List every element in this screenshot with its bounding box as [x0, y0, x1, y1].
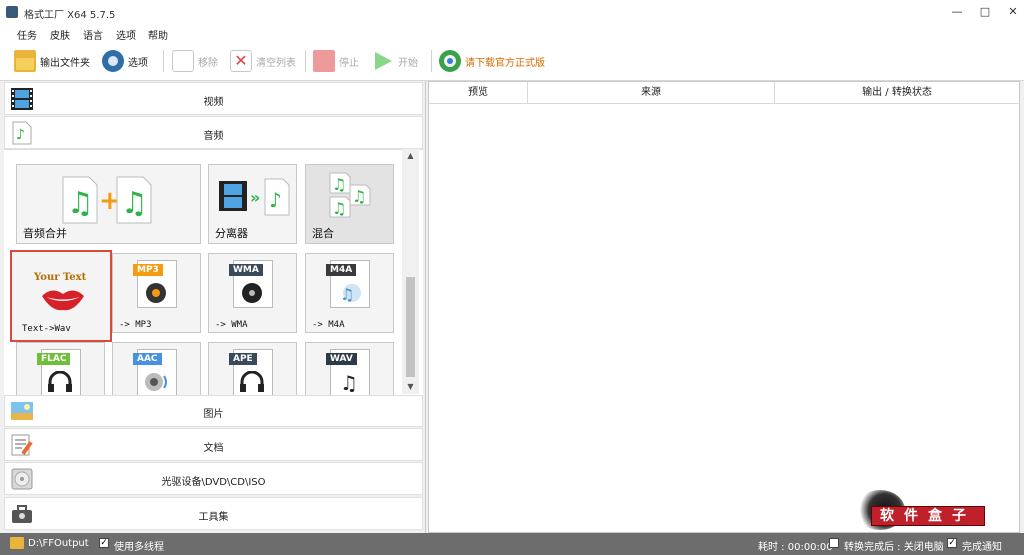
tts-logo-text: Your Text [34, 272, 87, 283]
multithread-checkbox[interactable]: ✓ [99, 538, 109, 548]
stop-button[interactable]: 停止 [313, 48, 359, 74]
tile-to-m4a[interactable]: M4A ♫ -> M4A [305, 253, 394, 333]
tile-audio-joiner[interactable]: ♫ + ♫ 音频合并 [16, 164, 201, 244]
audio-joiner-icon: ♫ + ♫ [62, 176, 152, 224]
shutdown-label: 转换完成后 : 关闭电脑 [844, 542, 944, 553]
tile-to-flac[interactable]: FLAC [16, 342, 105, 395]
music-disc-icon: ♫ [340, 284, 361, 304]
tile-text-to-wav[interactable]: Your Text Text->Wav [10, 250, 112, 342]
svg-text:♫: ♫ [332, 175, 346, 194]
output-folder-button[interactable]: 输出文件夹 [14, 48, 90, 74]
menu-language[interactable]: 语言 [83, 27, 103, 42]
play-icon [372, 50, 394, 72]
svg-text:♫: ♫ [340, 371, 358, 393]
audio-function-grid: ♫ + ♫ 音频合并 » ♪ 分离器 ♫ ♫ ♫ 混合 Your Text Te… [4, 149, 423, 396]
column-output-status[interactable]: 输出 / 转换状态 [775, 82, 1019, 104]
music-note-icon: ♫ [340, 371, 358, 393]
gear-icon [102, 50, 124, 72]
notify-checkbox[interactable]: ✓ [947, 538, 957, 548]
tile-splitter[interactable]: » ♪ 分离器 [208, 164, 297, 244]
menu-help[interactable]: 帮助 [148, 27, 168, 42]
start-button[interactable]: 开始 [372, 48, 418, 74]
tile-to-wma[interactable]: WMA -> WMA [208, 253, 297, 333]
notify-label: 完成通知 [962, 542, 1002, 553]
stop-icon [313, 50, 335, 72]
window-title: 格式工厂 X64 5.7.5 [24, 10, 116, 21]
document-remove-icon [172, 50, 194, 72]
clear-list-button[interactable]: ✕ 清空列表 [230, 48, 296, 74]
scroll-down-arrow-icon[interactable]: ▼ [402, 380, 419, 394]
tile-to-wav[interactable]: WAV ♫ [305, 342, 394, 395]
tile-mix[interactable]: ♫ ♫ ♫ 混合 [305, 164, 394, 244]
app-icon [6, 6, 18, 18]
tile-to-ape[interactable]: APE [208, 342, 297, 395]
title-bar: 格式工厂 X64 5.7.5 — □ ✕ [0, 0, 1024, 24]
splitter-icon: » ♪ [219, 178, 290, 216]
close-button[interactable]: ✕ [996, 0, 1024, 24]
elapsed-time: 耗时 : 00:00:00 [758, 542, 833, 553]
speaker-volume-icon [145, 373, 167, 391]
remove-button[interactable]: 移除 [172, 48, 218, 74]
column-source[interactable]: 来源 [528, 82, 775, 104]
options-button[interactable]: 选项 [102, 48, 148, 74]
menu-bar: 任务 皮肤 语言 选项 帮助 [0, 24, 1024, 42]
column-preview[interactable]: 预览 [429, 82, 528, 104]
folder-icon [14, 50, 36, 72]
lips-icon [42, 290, 84, 311]
category-rom-device[interactable]: 光驱设备\DVD\CD\ISO [4, 462, 423, 495]
category-picture[interactable]: 图片 [4, 394, 423, 427]
folder-icon [10, 537, 24, 549]
menu-options[interactable]: 选项 [116, 27, 136, 42]
watermark-logo: 软件盒子 [855, 490, 987, 530]
shutdown-checkbox[interactable] [829, 538, 839, 548]
svg-text:♫: ♫ [352, 187, 366, 206]
category-video[interactable]: 视频 [4, 82, 423, 115]
svg-text:»: » [250, 188, 260, 207]
status-bar: D:\FFOutput ✓ 使用多线程 耗时 : 00:00:00 转换完成后 … [0, 533, 1024, 555]
category-audio[interactable]: ♪ 音频 [4, 116, 423, 149]
globe-download-icon [439, 50, 461, 72]
toolbar: 输出文件夹 选项 移除 ✕ 清空列表 停止 开始 请下载官方正式版 [0, 42, 1024, 81]
task-list-panel: 预览 来源 输出 / 转换状态 软件盒子 [428, 81, 1020, 533]
output-path[interactable]: D:\FFOutput [28, 538, 89, 549]
scroll-up-arrow-icon[interactable]: ▲ [402, 149, 419, 163]
disc-icon [242, 283, 262, 303]
grid-scrollbar[interactable]: ▲ ▼ [402, 149, 419, 394]
svg-text:♫: ♫ [340, 285, 354, 304]
clear-list-icon: ✕ [230, 50, 252, 72]
download-official-link[interactable]: 请下载官方正式版 [439, 48, 545, 74]
category-tools[interactable]: 工具集 [4, 497, 423, 530]
svg-text:♫: ♫ [121, 186, 148, 221]
menu-task[interactable]: 任务 [17, 27, 37, 42]
svg-text:♪: ♪ [269, 188, 282, 212]
svg-text:♫: ♫ [67, 186, 94, 221]
headphones-icon [240, 371, 264, 392]
toolbar-separator [305, 50, 306, 72]
multithread-label: 使用多线程 [114, 542, 164, 553]
toolbar-separator [431, 50, 432, 72]
mix-icon: ♫ ♫ ♫ [329, 172, 371, 218]
scroll-thumb[interactable] [406, 277, 415, 377]
menu-skin[interactable]: 皮肤 [50, 27, 70, 42]
category-document[interactable]: 文档 [4, 428, 423, 461]
tile-to-aac[interactable]: AAC [112, 342, 201, 395]
svg-text:♫: ♫ [332, 199, 346, 218]
headphones-icon [48, 371, 72, 392]
toolbar-separator [163, 50, 164, 72]
tile-to-mp3[interactable]: MP3 -> MP3 [112, 253, 201, 333]
speaker-icon [146, 283, 166, 303]
